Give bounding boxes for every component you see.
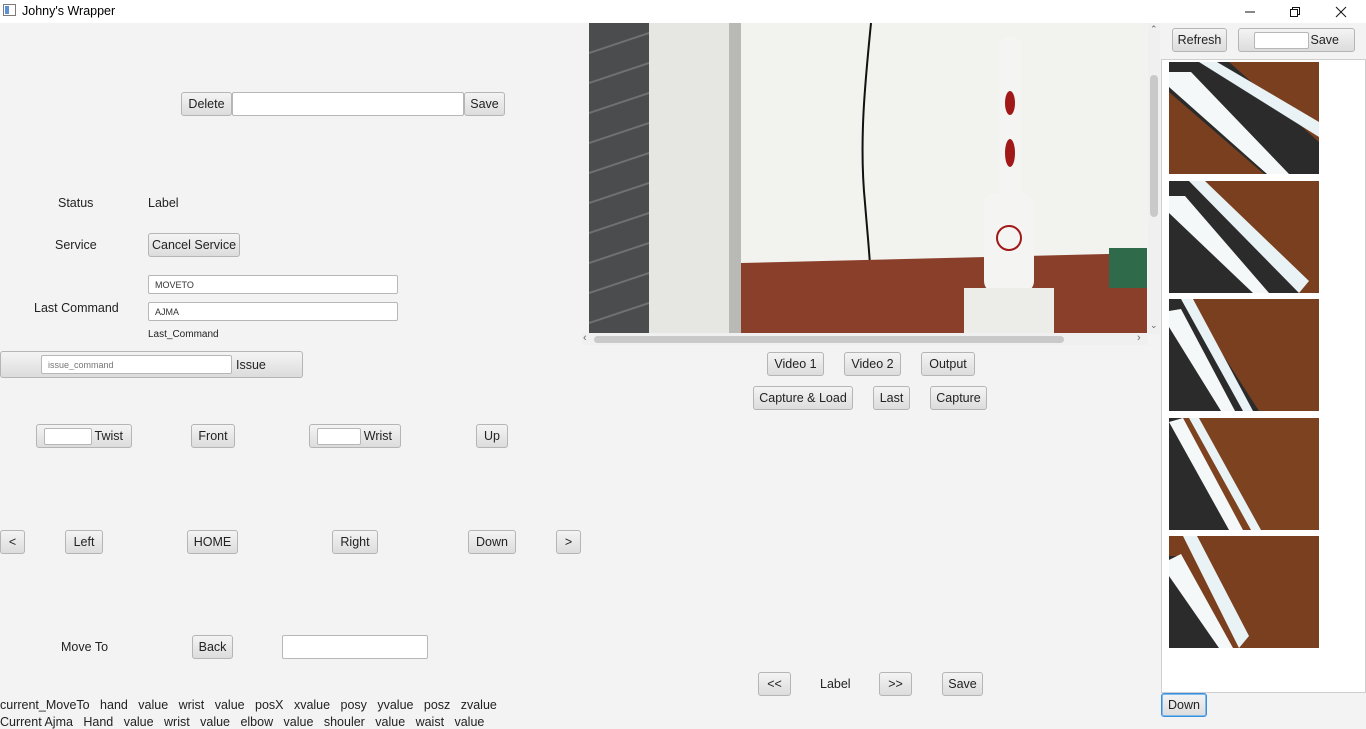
thumbnail-5[interactable] (1169, 536, 1319, 648)
status-value: Label (148, 196, 179, 210)
title-bar (0, 0, 1366, 23)
left-button[interactable]: Left (65, 530, 103, 554)
current-moveto-readout: current_MoveTo hand value wrist value po… (0, 698, 497, 712)
issue-command-input[interactable] (41, 355, 232, 374)
back-button[interactable]: Back (192, 635, 233, 659)
close-icon[interactable] (1318, 0, 1364, 23)
scroll-up-icon[interactable]: ⌃ (1150, 24, 1158, 35)
name-field[interactable] (232, 92, 464, 116)
move-to-label: Move To (61, 640, 109, 654)
pager-label: Label (820, 677, 851, 691)
last-command-field[interactable] (148, 275, 398, 294)
last-command-caption: Last_Command (148, 329, 219, 340)
scroll-right-icon[interactable]: › (1137, 332, 1141, 344)
front-button[interactable]: Front (191, 424, 235, 448)
capture-button[interactable]: Capture (930, 386, 987, 410)
thumbnail-4[interactable] (1169, 418, 1319, 530)
current-ajma-readout: Current Ajma Hand value wrist value elbo… (0, 715, 485, 729)
down-button[interactable]: Down (468, 530, 516, 554)
gallery-down-button[interactable]: Down (1161, 693, 1207, 717)
output-button[interactable]: Output (921, 352, 975, 376)
video-feed (589, 23, 1147, 333)
home-button[interactable]: HOME (187, 530, 238, 554)
delete-button[interactable]: Delete (181, 92, 232, 116)
cancel-service-button[interactable]: Cancel Service (148, 233, 240, 257)
twist-input[interactable] (44, 428, 92, 445)
last-button[interactable]: Last (873, 386, 910, 410)
scroll-left-icon[interactable]: ‹ (583, 332, 587, 344)
last-command-source-field[interactable] (148, 302, 398, 321)
wrist-input[interactable] (317, 428, 361, 445)
video-horizontal-scroll-thumb[interactable] (594, 336, 1064, 343)
thumbnail-3[interactable] (1169, 299, 1319, 411)
video2-button[interactable]: Video 2 (844, 352, 901, 376)
save-button[interactable]: Save (464, 92, 505, 116)
app-icon (3, 4, 16, 16)
pager-save-button[interactable]: Save (942, 672, 983, 696)
prev-button[interactable]: < (0, 530, 25, 554)
video-vertical-scroll-thumb[interactable] (1150, 75, 1158, 217)
gallery-name-input[interactable] (1254, 32, 1309, 49)
pager-next-button[interactable]: >> (879, 672, 912, 696)
up-button[interactable]: Up (476, 424, 508, 448)
move-to-input[interactable] (282, 635, 428, 659)
scroll-down-icon[interactable]: ⌄ (1150, 320, 1158, 331)
video1-button[interactable]: Video 1 (767, 352, 824, 376)
service-label: Service (55, 238, 97, 252)
last-command-label: Last Command (34, 301, 119, 315)
minimize-icon[interactable] (1227, 0, 1273, 23)
pager-prev-button[interactable]: << (758, 672, 791, 696)
thumbnail-1[interactable] (1169, 62, 1319, 174)
window-title: Johny's Wrapper (22, 4, 116, 18)
capture-load-button[interactable]: Capture & Load (753, 386, 853, 410)
right-button[interactable]: Right (332, 530, 378, 554)
status-label: Status (58, 196, 94, 210)
refresh-button[interactable]: Refresh (1172, 28, 1227, 52)
thumbnail-2[interactable] (1169, 181, 1319, 293)
next-button[interactable]: > (556, 530, 581, 554)
restore-icon[interactable] (1272, 0, 1318, 23)
